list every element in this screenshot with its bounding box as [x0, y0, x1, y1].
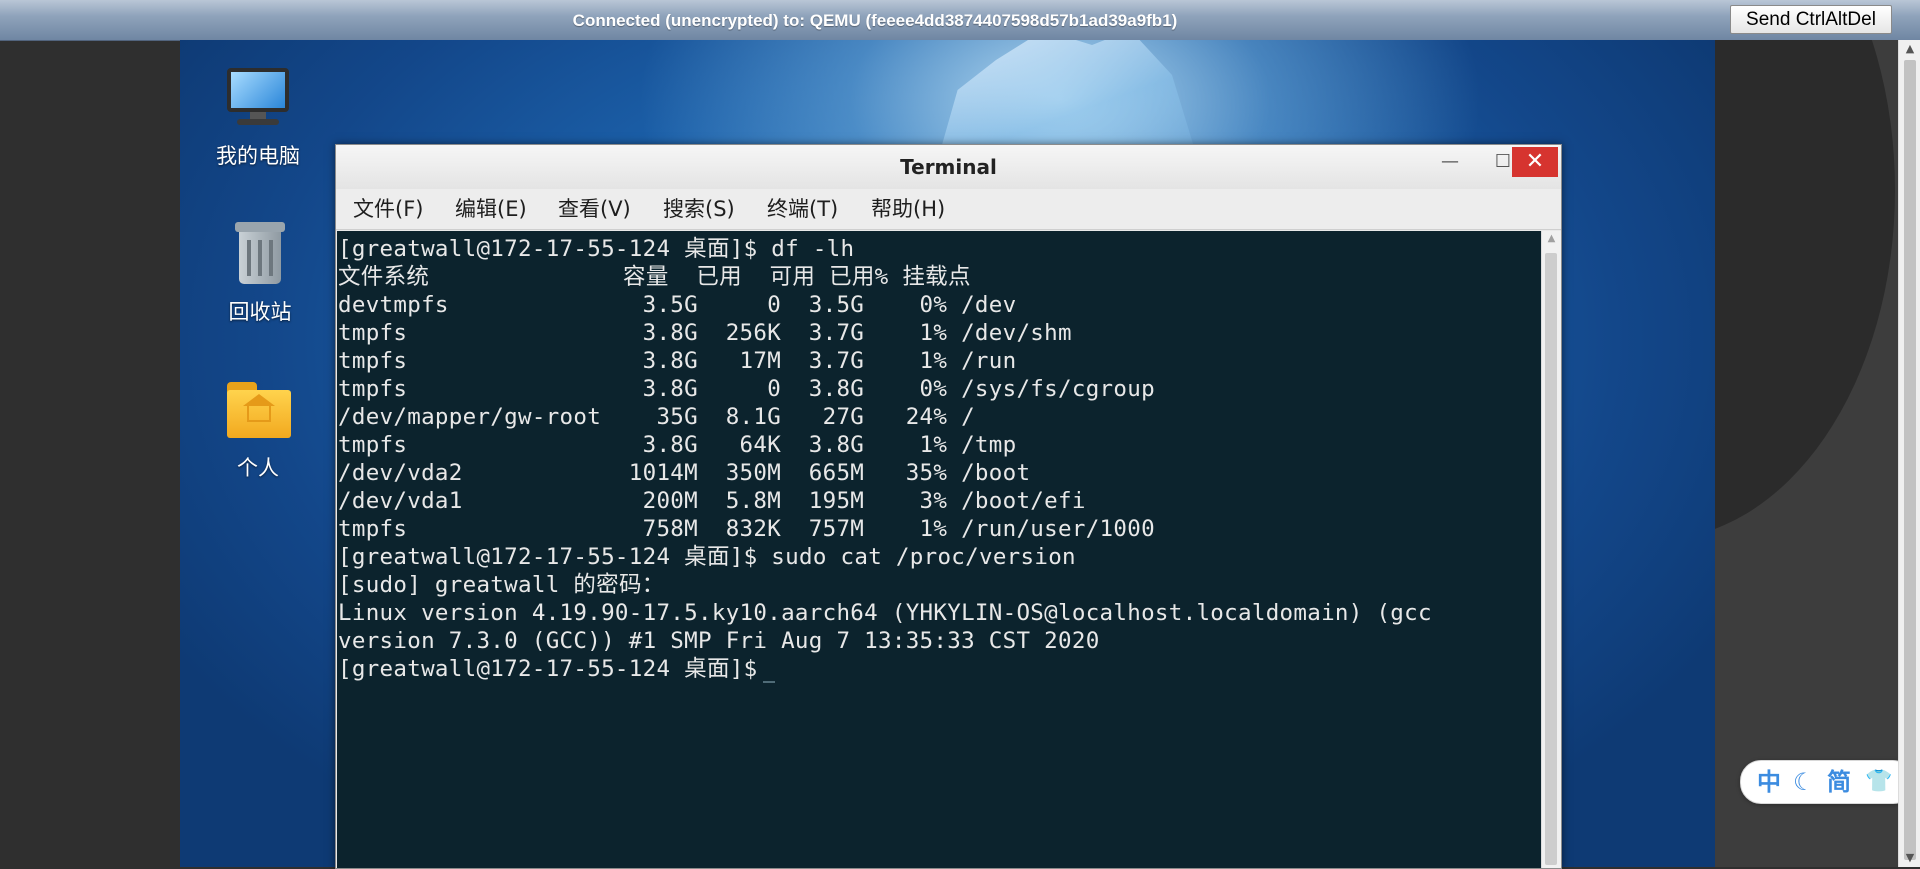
minimize-button[interactable]: —: [1427, 147, 1473, 177]
terminal-scrollbar-thumb[interactable]: [1545, 253, 1557, 865]
skin-icon[interactable]: 👕: [1865, 761, 1892, 803]
menu-search[interactable]: 搜索(S): [663, 189, 735, 229]
terminal-line: 文件系统 容量 已用 可用 已用% 挂载点: [338, 264, 971, 290]
desktop-icon-label: 我的电脑: [216, 144, 300, 168]
terminal-output[interactable]: [greatwall@172-17-55-124 桌面]$ df -lh 文件系…: [337, 231, 1541, 868]
terminal-line: devtmpfs 3.5G 0 3.5G 0% /dev: [338, 292, 1017, 318]
ime-simplified-toggle[interactable]: 简: [1827, 761, 1851, 803]
terminal-line: tmpfs 3.8G 17M 3.7G 1% /run: [338, 348, 1017, 374]
terminal-menubar: 文件(F) 编辑(E) 查看(V) 搜索(S) 终端(T) 帮助(H): [336, 189, 1561, 230]
desktop-icon-trash[interactable]: 回收站: [200, 218, 320, 326]
computer-icon: [223, 62, 293, 132]
terminal-line: /dev/vda1 200M 5.8M 195M 3% /boot/efi: [338, 488, 1086, 514]
moon-icon[interactable]: ☾: [1793, 761, 1815, 803]
menu-view[interactable]: 查看(V): [558, 189, 631, 229]
terminal-line: tmpfs 3.8G 256K 3.7G 1% /dev/shm: [338, 320, 1072, 346]
terminal-prompt-line: [greatwall@172-17-55-124 桌面]$: [338, 655, 776, 683]
close-button[interactable]: ✕: [1512, 147, 1558, 177]
text-cursor: [763, 681, 776, 683]
terminal-line: version 7.3.0 (GCC)) #1 SMP Fri Aug 7 13…: [338, 628, 1100, 654]
terminal-line: Linux version 4.19.90-17.5.ky10.aarch64 …: [338, 600, 1432, 626]
scroll-down-arrow-icon[interactable]: ▼: [1899, 849, 1920, 867]
vnc-status-bar: Connected (unencrypted) to: QEMU (feeee4…: [0, 0, 1920, 41]
ime-toolbar[interactable]: 中 ☾ 简 👕: [1740, 760, 1914, 804]
terminal-line: /dev/vda2 1014M 350M 665M 35% /boot: [338, 460, 1031, 486]
desktop-icon-label: 回收站: [228, 300, 292, 324]
terminal-line: tmpfs 3.8G 0 3.8G 0% /sys/fs/cgroup: [338, 376, 1155, 402]
connection-status: Connected (unencrypted) to: QEMU (feeee4…: [572, 11, 1178, 30]
page-scrollbar-thumb[interactable]: [1904, 60, 1916, 860]
host-background: [1715, 40, 1898, 867]
terminal-titlebar[interactable]: Terminal — ☐ ✕: [336, 145, 1561, 189]
window-title: Terminal: [900, 155, 997, 179]
terminal-line: [greatwall@172-17-55-124 桌面]$ df -lh: [338, 236, 855, 262]
desktop-icon-label: 个人: [237, 456, 279, 480]
desktop-icon-home[interactable]: 个人: [198, 374, 318, 482]
terminal-line: [greatwall@172-17-55-124 桌面]$ sudo cat /…: [338, 544, 1076, 570]
page-scrollbar[interactable]: ▲ ▼: [1898, 40, 1920, 867]
trash-icon: [225, 218, 295, 288]
send-ctrl-alt-del-button[interactable]: Send CtrlAltDel: [1730, 5, 1892, 34]
scroll-up-arrow-icon[interactable]: ▲: [1542, 233, 1561, 244]
home-folder-icon: [223, 374, 293, 444]
ime-chinese-mode[interactable]: 中: [1757, 761, 1781, 803]
terminal-line: tmpfs 758M 832K 757M 1% /run/user/1000: [338, 516, 1155, 542]
menu-help[interactable]: 帮助(H): [871, 189, 945, 229]
terminal-prompt: [greatwall@172-17-55-124 桌面]$: [338, 656, 758, 682]
menu-edit[interactable]: 编辑(E): [455, 189, 527, 229]
menu-terminal[interactable]: 终端(T): [767, 189, 838, 229]
scroll-up-arrow-icon[interactable]: ▲: [1899, 40, 1920, 58]
terminal-line: tmpfs 3.8G 64K 3.8G 1% /tmp: [338, 432, 1017, 458]
terminal-window[interactable]: Terminal — ☐ ✕ 文件(F) 编辑(E) 查看(V) 搜索(S) 终…: [335, 144, 1562, 869]
terminal-line: /dev/mapper/gw-root 35G 8.1G 27G 24% /: [338, 404, 975, 430]
terminal-scrollbar[interactable]: ▲: [1541, 231, 1561, 868]
desktop-icon-computer[interactable]: 我的电脑: [198, 62, 318, 170]
menu-file[interactable]: 文件(F): [353, 189, 423, 229]
terminal-line: [sudo] greatwall 的密码：: [338, 572, 665, 598]
